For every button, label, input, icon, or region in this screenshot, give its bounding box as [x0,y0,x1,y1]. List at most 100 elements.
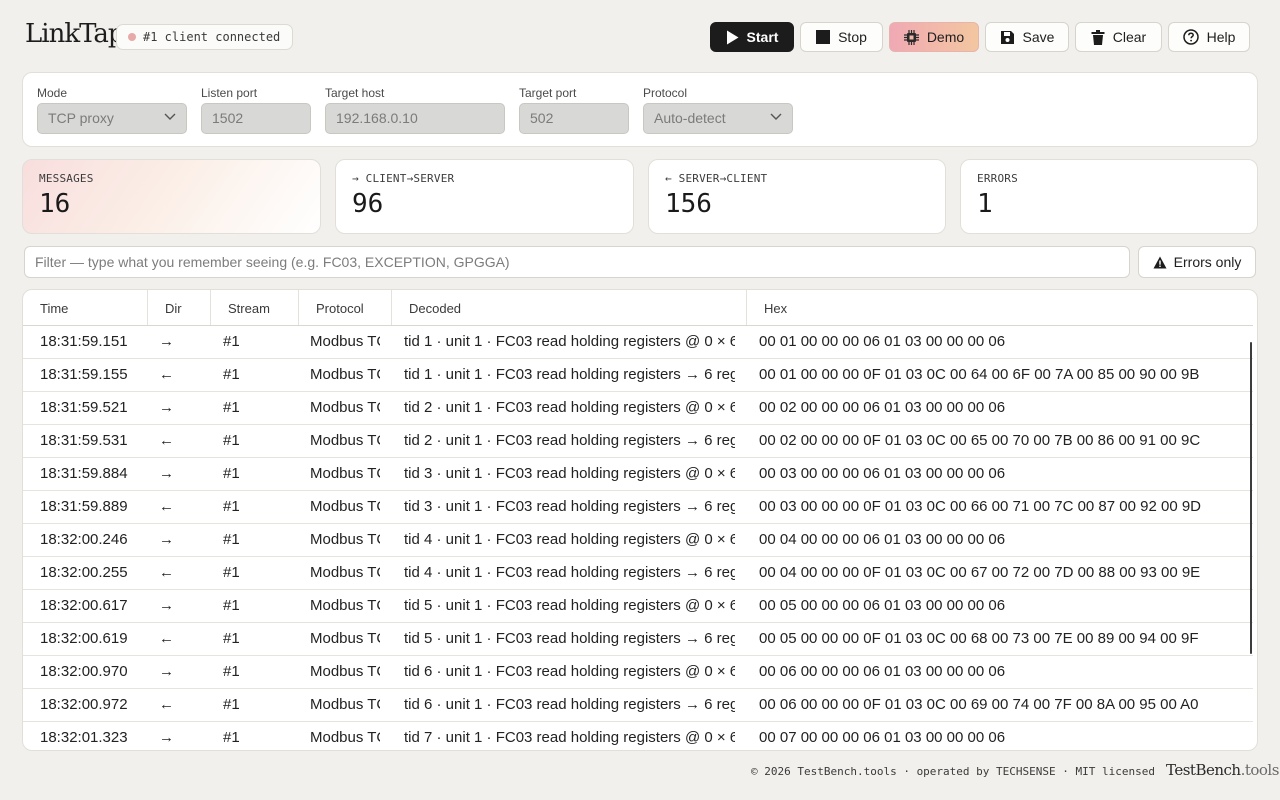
cell-time: 18:31:59.521 [40,399,128,416]
chip-icon [903,29,919,45]
column-header-protocol[interactable]: Protocol [299,290,392,325]
cell-stream: #1 [223,564,240,581]
clear-button[interactable]: Clear [1075,22,1162,52]
save-button[interactable]: Save [985,22,1069,52]
cell-dir: → [159,663,174,680]
table-row[interactable]: 18:32:01.323 → #1 Modbus TCP tid 7 · unit 1 … [23,722,1253,750]
cell-decoded: tid 2 · unit 1 · FC03 read holding regis… [404,399,735,416]
target-port-input[interactable]: 502 [519,103,629,134]
table-row[interactable]: 18:31:59.521 → #1 Modbus TCP tid 2 · unit 1 … [23,392,1253,425]
cell-decoded: tid 5 · unit 1 · FC03 read holding regis… [404,597,735,614]
cell-dir: → [159,597,174,614]
cell-dir: ← [159,630,174,647]
filter-input[interactable] [24,246,1130,278]
table-row[interactable]: 18:31:59.889 ← #1 Modbus TCP tid 3 · unit 1 … [23,491,1253,524]
app-header: LinkTap #1 client connected Start Stop D… [0,0,1280,72]
cell-protocol: Modbus TCP [310,663,380,680]
column-header-decoded[interactable]: Decoded [392,290,747,325]
cell-stream: #1 [223,465,240,482]
table-scrollbar[interactable] [1250,342,1252,654]
table-row[interactable]: 18:32:00.970 → #1 Modbus TCP tid 6 · unit 1 … [23,656,1253,689]
message-log-table: Time Dir Stream Protocol Decoded Hex 18:… [22,289,1258,751]
cell-hex: 00 06 00 00 00 06 01 03 00 00 00 06 [759,663,1006,680]
clear-button-label: Clear [1112,29,1147,45]
listen-port-input[interactable]: 1502 [201,103,311,134]
cell-protocol: Modbus TCP [310,432,380,449]
cell-stream: #1 [223,663,240,680]
column-header-stream[interactable]: Stream [211,290,299,325]
cell-hex: 00 03 00 00 00 06 01 03 00 00 00 06 [759,465,1006,482]
cell-time: 18:32:00.617 [40,597,128,614]
cell-decoded: tid 1 · unit 1 · FC03 read holding regis… [404,333,735,350]
testbench-logo[interactable]: TestBench.tools [1166,761,1279,779]
table-row[interactable]: 18:32:00.617 → #1 Modbus TCP tid 5 · unit 1 … [23,590,1253,623]
protocol-select[interactable]: Auto-detect [643,103,793,134]
cell-hex: 00 06 00 00 00 0F 01 03 0C 00 69 00 74 0… [759,696,1199,713]
cell-protocol: Modbus TCP [310,729,380,746]
cell-decoded: tid 6 · unit 1 · FC03 read holding regis… [404,663,735,680]
cell-time: 18:31:59.155 [40,366,128,383]
mode-field: Mode TCP proxy [37,85,187,134]
table-row[interactable]: 18:31:59.155 ← #1 Modbus TCP tid 1 · unit 1 … [23,359,1253,392]
footer-credits: © 2026 TestBench.tools · operated by TEC… [751,765,1155,778]
table-row[interactable]: 18:32:00.619 ← #1 Modbus TCP tid 5 · unit 1 … [23,623,1253,656]
cell-hex: 00 03 00 00 00 0F 01 03 0C 00 66 00 71 0… [759,498,1202,515]
table-row[interactable]: 18:31:59.884 → #1 Modbus TCP tid 3 · unit 1 … [23,458,1253,491]
help-button[interactable]: Help [1168,22,1250,52]
cell-stream: #1 [223,696,240,713]
column-header-hex[interactable]: Hex [747,290,1253,325]
errors-stat-value: 1 [977,189,993,219]
client-server-stat-label: → CLIENT→SERVER [352,172,455,185]
errors-stat-label: ERRORS [977,172,1018,185]
connection-status-text: #1 client connected [143,30,281,44]
table-row[interactable]: 18:31:59.531 ← #1 Modbus TCP tid 2 · unit 1 … [23,425,1253,458]
connection-config-panel: Mode TCP proxy Listen port 1502 Target h… [22,72,1258,147]
cell-stream: #1 [223,630,240,647]
errors-stat-card: ERRORS 1 [960,159,1258,234]
cell-stream: #1 [223,432,240,449]
cell-time: 18:32:00.619 [40,630,128,647]
cell-protocol: Modbus TCP [310,333,380,350]
target-host-label: Target host [325,86,385,100]
cell-protocol: Modbus TCP [310,498,380,515]
table-row[interactable]: 18:32:00.246 → #1 Modbus TCP tid 4 · unit 1 … [23,524,1253,557]
cell-decoded: tid 2 · unit 1 · FC03 read holding regis… [404,432,735,449]
cell-time: 18:31:59.151 [40,333,128,350]
cell-decoded: tid 4 · unit 1 · FC03 read holding regis… [404,564,735,581]
cell-protocol: Modbus TCP [310,465,380,482]
table-row[interactable]: 18:32:00.255 ← #1 Modbus TCP tid 4 · unit 1 … [23,557,1253,590]
server-client-stat-value: 156 [665,189,712,219]
listen-port-field: Listen port 1502 [201,85,311,134]
start-button[interactable]: Start [710,22,794,52]
cell-dir: → [159,729,174,746]
cell-hex: 00 01 00 00 00 0F 01 03 0C 00 64 00 6F 0… [759,366,1200,383]
cell-dir: → [159,399,174,416]
protocol-label: Protocol [643,86,688,100]
cell-hex: 00 07 00 00 00 06 01 03 00 00 00 06 [759,729,1006,746]
cell-stream: #1 [223,366,240,383]
trash-icon [1091,29,1105,45]
target-host-input[interactable]: 192.168.0.10 [325,103,505,134]
cell-dir: ← [159,432,174,449]
errors-only-toggle[interactable]: Errors only [1138,246,1256,278]
stop-button[interactable]: Stop [800,22,883,52]
column-header-time[interactable]: Time [23,290,148,325]
table-row[interactable]: 18:31:59.151 → #1 Modbus TCP tid 1 · unit 1 … [23,326,1253,359]
demo-button[interactable]: Demo [889,22,979,52]
status-dot-icon [128,33,136,41]
cell-time: 18:31:59.889 [40,498,128,515]
target-port-field: Target port 502 [519,85,629,134]
cell-protocol: Modbus TCP [310,531,380,548]
cell-dir: → [159,333,174,350]
mode-select[interactable]: TCP proxy [37,103,187,134]
messages-stat-card: MESSAGES 16 [22,159,321,234]
cell-hex: 00 01 00 00 00 06 01 03 00 00 00 06 [759,333,1006,350]
help-button-label: Help [1206,29,1236,45]
cell-dir: → [159,531,174,548]
messages-stat-value: 16 [39,189,71,219]
cell-dir: ← [159,498,174,515]
column-header-dir[interactable]: Dir [148,290,211,325]
cell-protocol: Modbus TCP [310,630,380,647]
cell-protocol: Modbus TCP [310,564,380,581]
table-row[interactable]: 18:32:00.972 ← #1 Modbus TCP tid 6 · unit 1 … [23,689,1253,722]
